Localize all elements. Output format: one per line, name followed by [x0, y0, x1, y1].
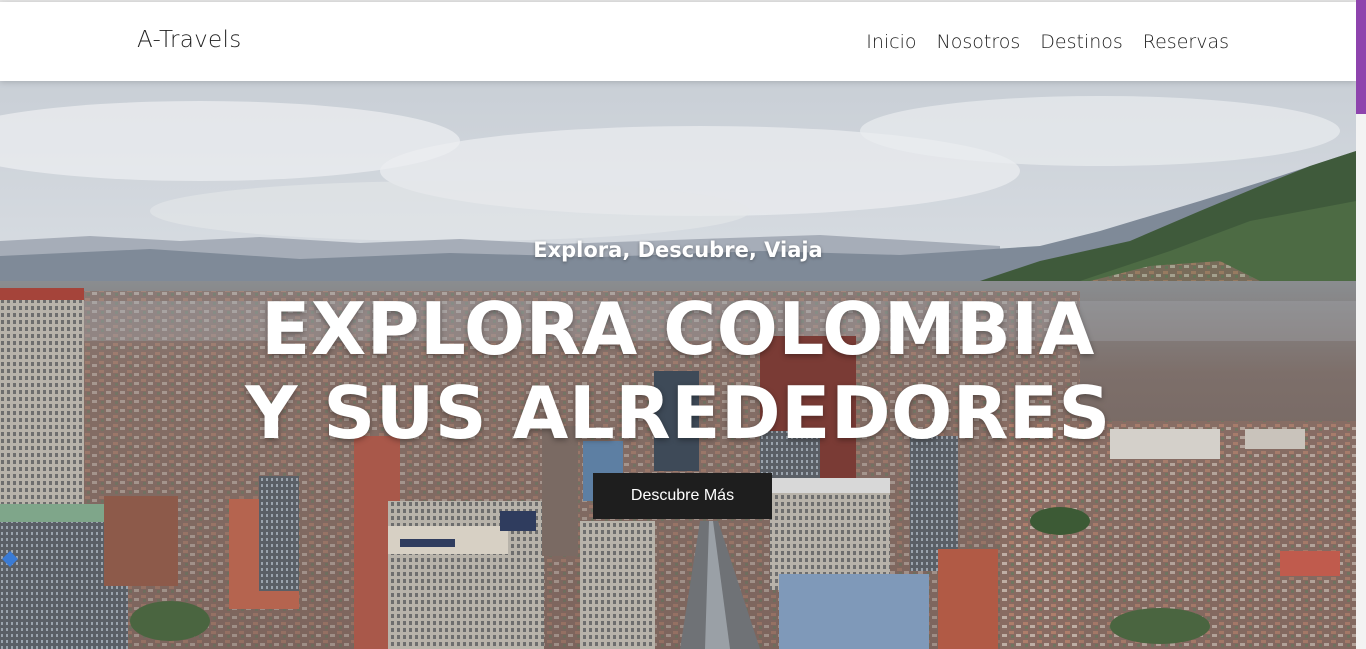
nav-link-inicio[interactable]: Inicio [866, 31, 916, 53]
nav-link-reservas[interactable]: Reservas [1143, 31, 1229, 53]
hero-content: Explora, Descubre, Viaja EXPLORA COLOMBI… [0, 81, 1356, 649]
hero-kicker: Explora, Descubre, Viaja [533, 238, 823, 262]
nav-link-nosotros[interactable]: Nosotros [937, 31, 1021, 53]
hero-title-line2: Y SUS ALREDEDORES [245, 371, 1111, 455]
nav-menu: Inicio Nosotros Destinos Reservas [866, 31, 1229, 53]
scrollbar-thumb[interactable] [1356, 0, 1366, 114]
hero-title-line1: EXPLORA COLOMBIA [261, 287, 1095, 371]
hero-section: Explora, Descubre, Viaja EXPLORA COLOMBI… [0, 81, 1356, 649]
brand-logo[interactable]: A-Travels [137, 27, 241, 53]
page-scrollbar[interactable] [1356, 0, 1366, 649]
hero-title: EXPLORA COLOMBIA Y SUS ALREDEDORES [0, 287, 1356, 455]
discover-more-button[interactable]: Descubre Más [593, 473, 772, 519]
nav-link-destinos[interactable]: Destinos [1040, 31, 1123, 53]
navbar: A-Travels Inicio Nosotros Destinos Reser… [0, 2, 1356, 81]
